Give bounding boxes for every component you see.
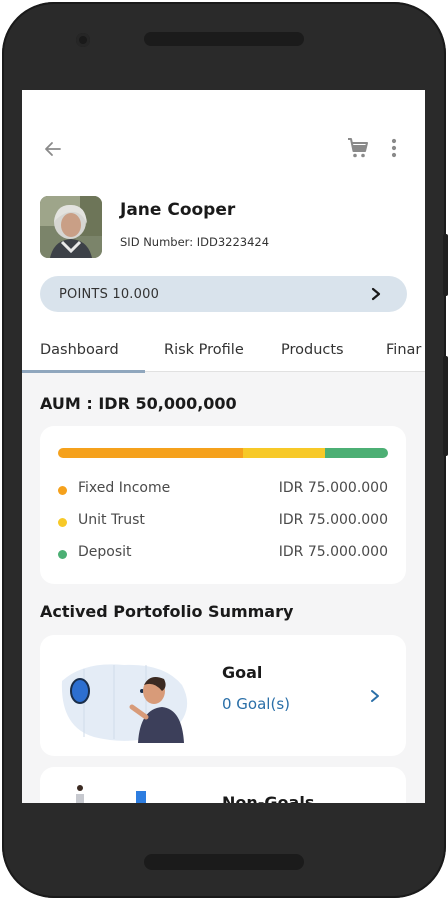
- allocation-card: Fixed Income IDR 75.000.000 Unit Trust I…: [40, 426, 406, 584]
- legend-value: IDR 75.000.000: [278, 512, 388, 528]
- volume-button: [443, 356, 448, 456]
- tab-products[interactable]: Products: [281, 342, 344, 358]
- legend-row-unit-trust: Unit Trust IDR 75.000.000: [58, 512, 388, 532]
- avatar: [40, 196, 102, 258]
- tab-dashboard[interactable]: Dashboard: [40, 342, 119, 358]
- legend-value: IDR 75.000.000: [278, 480, 388, 496]
- earpiece-speaker: [144, 32, 304, 46]
- front-camera: [76, 33, 90, 47]
- points-label: POINTS 10.000: [59, 286, 160, 302]
- arrow-left-icon: [45, 142, 61, 156]
- phone-frame: Jane Cooper SID Number: IDD3223424 POINT…: [2, 2, 448, 898]
- legend-value: IDR 75.000.000: [278, 544, 388, 560]
- chevron-right-icon: [371, 287, 381, 301]
- points-banner[interactable]: POINTS 10.000: [40, 276, 407, 312]
- back-button[interactable]: [40, 136, 66, 162]
- legend-label: Fixed Income: [78, 480, 171, 496]
- allocation-bar: [58, 448, 388, 458]
- power-button: [443, 234, 448, 296]
- tab-risk-profile[interactable]: Risk Profile: [164, 342, 244, 358]
- active-tab-indicator: [22, 370, 145, 373]
- sid-number: SID Number: IDD3223424: [120, 235, 270, 249]
- profile-header: Jane Cooper SID Number: IDD3223424 POINT…: [22, 90, 425, 373]
- allocation-segment-fixed-income: [58, 448, 243, 458]
- non-goal-title: Non-Goals: [222, 793, 315, 803]
- deposit-dot: [58, 550, 67, 559]
- non-goal-illustration: [76, 785, 146, 803]
- goal-illustration: [61, 664, 188, 743]
- allocation-segment-unit-trust: [242, 448, 326, 458]
- goal-title: Goal: [222, 663, 263, 682]
- cart-button[interactable]: [344, 134, 372, 162]
- user-name: Jane Cooper: [120, 200, 236, 220]
- legend-row-fixed-income: Fixed Income IDR 75.000.000: [58, 480, 388, 500]
- goal-count: 0 Goal(s): [222, 695, 290, 713]
- cart-icon: [348, 138, 368, 158]
- legend-label: Deposit: [78, 544, 132, 560]
- aum-total: AUM : IDR 50,000,000: [40, 394, 237, 413]
- legend-row-deposit: Deposit IDR 75.000.000: [58, 544, 388, 564]
- non-goal-card[interactable]: Non-Goals: [40, 767, 406, 803]
- more-options-button[interactable]: [382, 134, 406, 162]
- legend-label: Unit Trust: [78, 512, 145, 528]
- goal-card[interactable]: Goal 0 Goal(s): [40, 635, 406, 756]
- chevron-right-icon[interactable]: [370, 689, 380, 703]
- unit-trust-dot: [58, 518, 67, 527]
- app-screen: Jane Cooper SID Number: IDD3223424 POINT…: [22, 90, 425, 803]
- allocation-segment-deposit: [325, 448, 388, 458]
- tab-financial[interactable]: Finar: [386, 342, 421, 358]
- bottom-speaker: [144, 854, 304, 870]
- fixed-income-dot: [58, 486, 67, 495]
- more-vertical-icon: [391, 138, 397, 158]
- tab-bar: Dashboard Risk Profile Products Finar: [22, 330, 425, 372]
- portfolio-summary-title: Actived Portofolio Summary: [40, 602, 294, 621]
